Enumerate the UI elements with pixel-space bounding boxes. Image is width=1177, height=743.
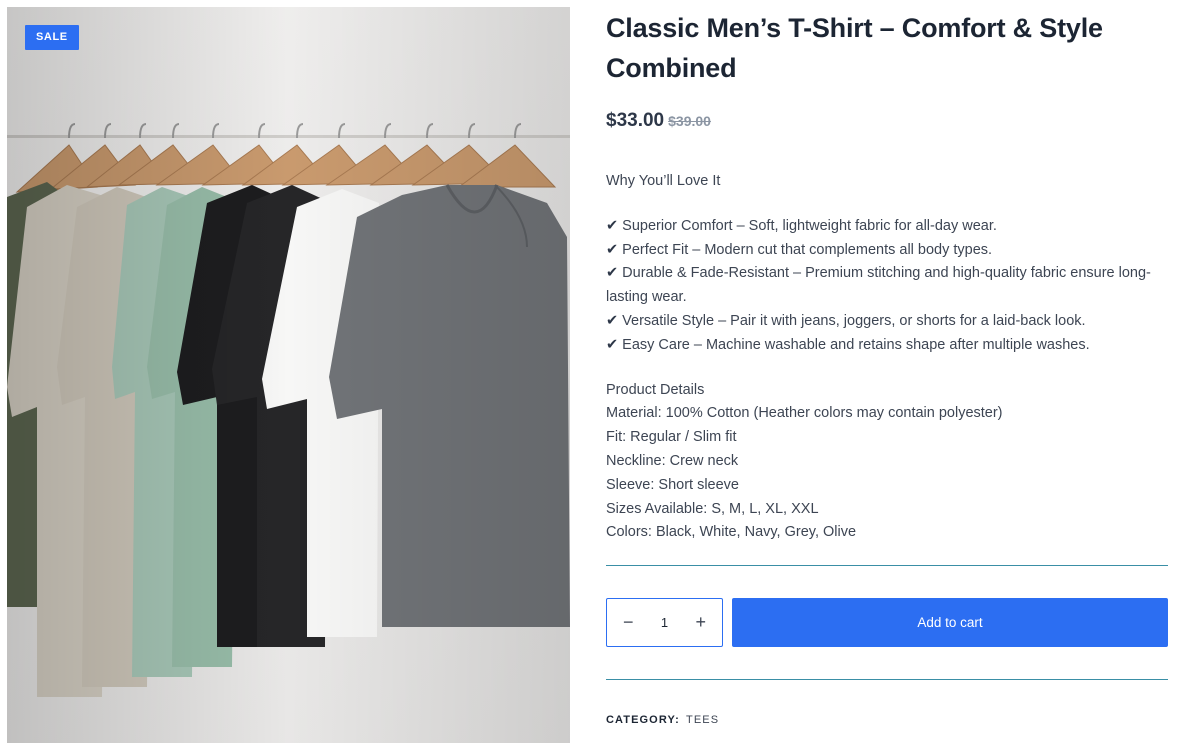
detail-item: Sleeve: Short sleeve: [606, 476, 739, 493]
minus-icon[interactable]: −: [607, 599, 650, 646]
product-title: Classic Men’s T-Shirt – Comfort & Style …: [606, 13, 1103, 83]
check-icon: ✔: [606, 265, 619, 282]
product-description: Why You’ll Love It ✔ Superior Comfort – S…: [606, 170, 1168, 545]
feature-text: Easy Care – Machine washable and retains…: [622, 336, 1090, 353]
price: $33.00 $39.00: [606, 110, 1168, 134]
product-meta: CATEGORY: TEES: [606, 714, 719, 726]
feature-item: ✔ Perfect Fit – Modern cut that complemen…: [606, 239, 1168, 263]
add-to-cart-button[interactable]: Add to cart: [732, 598, 1168, 647]
sale-badge: SALE: [25, 25, 79, 50]
check-icon: ✔: [606, 217, 619, 234]
feature-item: ✔ Versatile Style – Pair it with jeans, j…: [606, 310, 1168, 334]
feature-text: Superior Comfort – Soft, lightweight fab…: [622, 217, 997, 234]
detail-item: Colors: Black, White, Navy, Grey, Olive: [606, 524, 857, 541]
check-icon: ✔: [606, 241, 619, 258]
category-link[interactable]: TEES: [686, 714, 719, 726]
detail-item: Sizes Available: S, M, L, XL, XXL: [606, 500, 819, 517]
feature-text: Durable & Fade-Resistant – Premium stitc…: [606, 265, 1151, 306]
check-icon: ✔: [606, 312, 619, 329]
plus-icon[interactable]: +: [680, 599, 723, 646]
quantity-stepper[interactable]: − +: [606, 598, 723, 647]
detail-item: Neckline: Crew neck: [606, 452, 739, 469]
product-gallery[interactable]: SALE: [7, 7, 570, 743]
feature-text: Versatile Style – Pair it with jeans, jo…: [622, 312, 1086, 329]
divider: [606, 565, 1168, 566]
feature-item: ✔ Durable & Fade-Resistant – Premium stit…: [606, 262, 1168, 310]
feature-item: ✔ Superior Comfort – Soft, lightweight fa…: [606, 215, 1168, 239]
description-intro: Why You’ll Love It: [606, 173, 721, 189]
detail-item: Material: 100% Cotton (Heather colors ma…: [606, 405, 1003, 422]
details-heading: Product Details: [606, 381, 705, 398]
feature-text: Perfect Fit – Modern cut that complement…: [622, 241, 993, 258]
category-label: CATEGORY:: [606, 714, 680, 726]
check-icon: ✔: [606, 336, 619, 353]
quantity-input[interactable]: [649, 614, 680, 631]
product-summary: Classic Men’s T-Shirt – Comfort & Style …: [606, 8, 1168, 545]
divider: [606, 679, 1168, 680]
price-current: $33.00: [606, 110, 665, 131]
product-image[interactable]: [7, 7, 570, 743]
price-old: $39.00: [668, 113, 711, 129]
feature-item: ✔ Easy Care – Machine washable and retain…: [606, 334, 1168, 358]
detail-item: Fit: Regular / Slim fit: [606, 429, 737, 446]
